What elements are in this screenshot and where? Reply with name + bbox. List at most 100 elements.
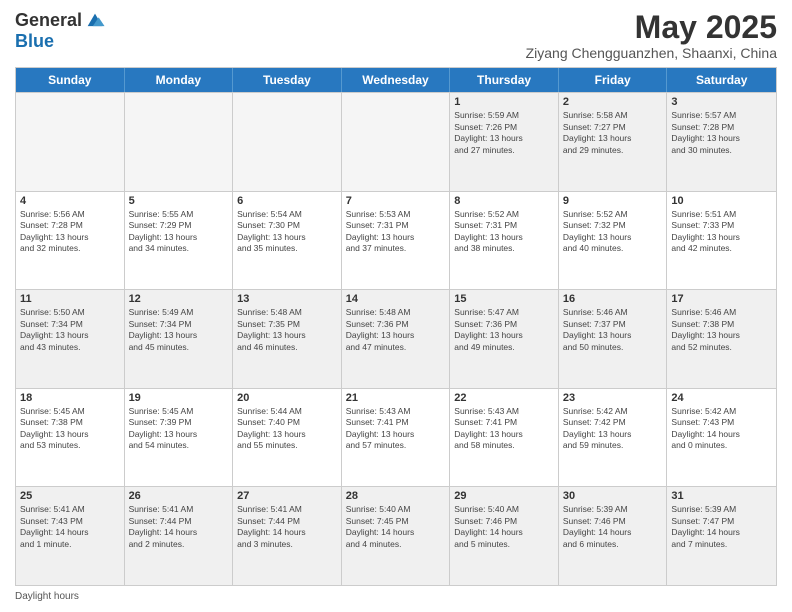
day-info: Sunrise: 5:57 AM Sunset: 7:28 PM Dayligh… xyxy=(671,110,772,156)
day-info: Sunrise: 5:54 AM Sunset: 7:30 PM Dayligh… xyxy=(237,209,337,255)
day-number: 2 xyxy=(563,96,663,108)
day-of-week-header: Friday xyxy=(559,68,668,92)
day-info: Sunrise: 5:45 AM Sunset: 7:38 PM Dayligh… xyxy=(20,406,120,452)
day-number: 15 xyxy=(454,293,554,305)
day-info: Sunrise: 5:46 AM Sunset: 7:37 PM Dayligh… xyxy=(563,307,663,353)
calendar-cell: 8Sunrise: 5:52 AM Sunset: 7:31 PM Daylig… xyxy=(450,192,559,290)
day-number: 25 xyxy=(20,490,120,502)
day-number: 21 xyxy=(346,392,446,404)
day-number: 16 xyxy=(563,293,663,305)
day-info: Sunrise: 5:47 AM Sunset: 7:36 PM Dayligh… xyxy=(454,307,554,353)
day-number: 13 xyxy=(237,293,337,305)
day-info: Sunrise: 5:45 AM Sunset: 7:39 PM Dayligh… xyxy=(129,406,229,452)
day-info: Sunrise: 5:42 AM Sunset: 7:42 PM Dayligh… xyxy=(563,406,663,452)
day-info: Sunrise: 5:40 AM Sunset: 7:45 PM Dayligh… xyxy=(346,504,446,550)
day-info: Sunrise: 5:43 AM Sunset: 7:41 PM Dayligh… xyxy=(346,406,446,452)
calendar-cell: 2 Sunrise: 5:58 AM Sunset: 7:27 PM Daylig… xyxy=(559,93,668,191)
calendar-cell: 19 Sunrise: 5:45 AM Sunset: 7:39 PM Dayli… xyxy=(125,389,234,487)
day-info: Sunrise: 5:53 AM Sunset: 7:31 PM Dayligh… xyxy=(346,209,446,255)
day-number: 19 xyxy=(129,392,229,404)
day-number: 7 xyxy=(346,195,446,207)
day-number: 6 xyxy=(237,195,337,207)
day-info: Sunrise: 5:59 AM Sunset: 7:26 PM Dayligh… xyxy=(454,110,554,156)
day-info: Sunrise: 5:48 AM Sunset: 7:35 PM Dayligh… xyxy=(237,307,337,353)
day-info: Sunrise: 5:42 AM Sunset: 7:43 PM Dayligh… xyxy=(671,406,772,452)
calendar-cell: 12 Sunrise: 5:49 AM Sunset: 7:34 PM Dayli… xyxy=(125,290,234,388)
day-number: 29 xyxy=(454,490,554,502)
day-info: Sunrise: 5:55 AM Sunset: 7:29 PM Dayligh… xyxy=(129,209,229,255)
calendar-cell: 1 Sunrise: 5:59 AM Sunset: 7:26 PM Daylig… xyxy=(450,93,559,191)
day-number: 27 xyxy=(237,490,337,502)
day-info: Sunrise: 5:41 AM Sunset: 7:43 PM Dayligh… xyxy=(20,504,120,550)
calendar-cell: 22Sunrise: 5:43 AM Sunset: 7:41 PM Dayli… xyxy=(450,389,559,487)
calendar-cell: 9 Sunrise: 5:52 AM Sunset: 7:32 PM Daylig… xyxy=(559,192,668,290)
calendar-cell: 27 Sunrise: 5:41 AM Sunset: 7:44 PM Dayli… xyxy=(233,487,342,585)
calendar-cell xyxy=(342,93,451,191)
day-number: 20 xyxy=(237,392,337,404)
calendar-cell: 13 Sunrise: 5:48 AM Sunset: 7:35 PM Dayli… xyxy=(233,290,342,388)
day-info: Sunrise: 5:39 AM Sunset: 7:46 PM Dayligh… xyxy=(563,504,663,550)
calendar-cell: 29 Sunrise: 5:40 AM Sunset: 7:46 PM Dayli… xyxy=(450,487,559,585)
day-of-week-header: Sunday xyxy=(16,68,125,92)
day-number: 9 xyxy=(563,195,663,207)
calendar-week: 25 Sunrise: 5:41 AM Sunset: 7:43 PM Dayli… xyxy=(16,486,776,585)
day-info: Sunrise: 5:52 AM Sunset: 7:31 PM Dayligh… xyxy=(454,209,554,255)
calendar-cell: 17 Sunrise: 5:46 AM Sunset: 7:38 PM Dayli… xyxy=(667,290,776,388)
calendar-cell: 31Sunrise: 5:39 AM Sunset: 7:47 PM Dayli… xyxy=(667,487,776,585)
calendar-cell: 11Sunrise: 5:50 AM Sunset: 7:34 PM Dayli… xyxy=(16,290,125,388)
calendar-cell: 20Sunrise: 5:44 AM Sunset: 7:40 PM Dayli… xyxy=(233,389,342,487)
day-number: 1 xyxy=(454,96,554,108)
day-info: Sunrise: 5:56 AM Sunset: 7:28 PM Dayligh… xyxy=(20,209,120,255)
calendar: SundayMondayTuesdayWednesdayThursdayFrid… xyxy=(15,67,777,586)
day-info: Sunrise: 5:46 AM Sunset: 7:38 PM Dayligh… xyxy=(671,307,772,353)
calendar-week: 4 Sunrise: 5:56 AM Sunset: 7:28 PM Daylig… xyxy=(16,191,776,290)
day-number: 10 xyxy=(671,195,772,207)
logo-icon xyxy=(84,10,106,32)
page: General Blue May 2025 Ziyang Chengguanzh… xyxy=(0,0,792,612)
day-number: 26 xyxy=(129,490,229,502)
day-info: Sunrise: 5:52 AM Sunset: 7:32 PM Dayligh… xyxy=(563,209,663,255)
day-info: Sunrise: 5:49 AM Sunset: 7:34 PM Dayligh… xyxy=(129,307,229,353)
calendar-cell: 21 Sunrise: 5:43 AM Sunset: 7:41 PM Dayli… xyxy=(342,389,451,487)
calendar-cell xyxy=(16,93,125,191)
calendar-cell: 15 Sunrise: 5:47 AM Sunset: 7:36 PM Dayli… xyxy=(450,290,559,388)
day-number: 23 xyxy=(563,392,663,404)
calendar-cell: 3 Sunrise: 5:57 AM Sunset: 7:28 PM Daylig… xyxy=(667,93,776,191)
day-number: 24 xyxy=(671,392,772,404)
calendar-cell: 10Sunrise: 5:51 AM Sunset: 7:33 PM Dayli… xyxy=(667,192,776,290)
calendar-cell: 7 Sunrise: 5:53 AM Sunset: 7:31 PM Daylig… xyxy=(342,192,451,290)
calendar-cell: 23 Sunrise: 5:42 AM Sunset: 7:42 PM Dayli… xyxy=(559,389,668,487)
logo: General Blue xyxy=(15,10,106,52)
daylight-label: Daylight hours xyxy=(15,591,79,602)
calendar-body: 1 Sunrise: 5:59 AM Sunset: 7:26 PM Daylig… xyxy=(16,92,776,585)
day-info: Sunrise: 5:40 AM Sunset: 7:46 PM Dayligh… xyxy=(454,504,554,550)
day-number: 30 xyxy=(563,490,663,502)
title-block: May 2025 Ziyang Chengguanzhen, Shaanxi, … xyxy=(526,10,777,61)
day-number: 4 xyxy=(20,195,120,207)
day-info: Sunrise: 5:39 AM Sunset: 7:47 PM Dayligh… xyxy=(671,504,772,550)
day-info: Sunrise: 5:58 AM Sunset: 7:27 PM Dayligh… xyxy=(563,110,663,156)
calendar-cell: 16 Sunrise: 5:46 AM Sunset: 7:37 PM Dayli… xyxy=(559,290,668,388)
day-number: 14 xyxy=(346,293,446,305)
day-info: Sunrise: 5:43 AM Sunset: 7:41 PM Dayligh… xyxy=(454,406,554,452)
calendar-cell: 26Sunrise: 5:41 AM Sunset: 7:44 PM Dayli… xyxy=(125,487,234,585)
logo-general: General xyxy=(15,11,82,31)
day-number: 12 xyxy=(129,293,229,305)
calendar-header: SundayMondayTuesdayWednesdayThursdayFrid… xyxy=(16,68,776,92)
location: Ziyang Chengguanzhen, Shaanxi, China xyxy=(526,45,777,61)
day-number: 28 xyxy=(346,490,446,502)
day-number: 5 xyxy=(129,195,229,207)
header: General Blue May 2025 Ziyang Chengguanzh… xyxy=(15,10,777,61)
day-info: Sunrise: 5:41 AM Sunset: 7:44 PM Dayligh… xyxy=(237,504,337,550)
day-of-week-header: Monday xyxy=(125,68,234,92)
calendar-week: 11Sunrise: 5:50 AM Sunset: 7:34 PM Dayli… xyxy=(16,289,776,388)
calendar-cell: 18Sunrise: 5:45 AM Sunset: 7:38 PM Dayli… xyxy=(16,389,125,487)
day-info: Sunrise: 5:48 AM Sunset: 7:36 PM Dayligh… xyxy=(346,307,446,353)
calendar-cell: 14 Sunrise: 5:48 AM Sunset: 7:36 PM Dayli… xyxy=(342,290,451,388)
day-info: Sunrise: 5:50 AM Sunset: 7:34 PM Dayligh… xyxy=(20,307,120,353)
day-of-week-header: Tuesday xyxy=(233,68,342,92)
calendar-week: 18Sunrise: 5:45 AM Sunset: 7:38 PM Dayli… xyxy=(16,388,776,487)
day-of-week-header: Thursday xyxy=(450,68,559,92)
day-number: 3 xyxy=(671,96,772,108)
day-number: 17 xyxy=(671,293,772,305)
